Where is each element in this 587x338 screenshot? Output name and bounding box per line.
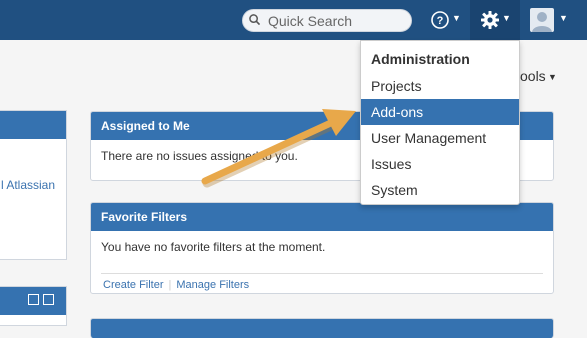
left-panel-lower <box>0 286 67 326</box>
dropdown-toggle-icon[interactable] <box>43 294 54 305</box>
dropdown-heading: Administration <box>371 51 470 67</box>
user-avatar-icon[interactable] <box>530 8 554 32</box>
menu-item-user-management[interactable]: User Management <box>361 125 519 151</box>
link-separator: | <box>168 279 172 291</box>
help-icon[interactable]: ? <box>430 10 450 30</box>
filters-panel-title: Favorite Filters <box>91 203 553 231</box>
tools-menu-label[interactable]: ools <box>520 68 546 84</box>
left-panel-link[interactable]: l Atlassian <box>1 178 55 192</box>
gear-icon <box>481 11 499 29</box>
avatar-caret-icon: ▼ <box>559 13 568 23</box>
help-caret-icon: ▼ <box>452 13 461 23</box>
filters-panel-message: You have no favorite filters at the mome… <box>101 240 326 254</box>
search-icon <box>249 14 260 25</box>
quick-search-field[interactable]: Quick Search <box>242 9 412 32</box>
maximize-icon[interactable] <box>28 294 39 305</box>
favorite-filters-panel: Favorite Filters You have no favorite fi… <box>90 202 554 294</box>
left-panel: l Atlassian <box>0 110 67 260</box>
admin-settings-button[interactable]: ▼ <box>470 0 520 40</box>
gear-caret-icon: ▼ <box>502 13 511 23</box>
left-panel-lower-header <box>0 287 66 315</box>
manage-filters-link[interactable]: Manage Filters <box>176 279 249 291</box>
top-navigation-bar: Quick Search ? ▼ ▼ ▼ <box>0 0 587 40</box>
left-panel-header <box>0 111 66 139</box>
quick-search-placeholder: Quick Search <box>268 13 353 29</box>
filter-links: Create Filter | Manage Filters <box>91 274 553 293</box>
tools-caret-icon: ▼ <box>548 72 557 82</box>
next-gadget-header <box>91 319 553 338</box>
menu-item-issues[interactable]: Issues <box>361 151 519 177</box>
menu-item-system[interactable]: System <box>361 177 519 203</box>
svg-text:?: ? <box>437 15 444 27</box>
next-gadget-panel <box>90 318 554 338</box>
create-filter-link[interactable]: Create Filter <box>103 279 164 291</box>
menu-item-add-ons[interactable]: Add-ons <box>361 99 519 125</box>
menu-item-projects[interactable]: Projects <box>361 73 519 99</box>
administration-dropdown: Administration Projects Add-ons User Man… <box>360 40 520 205</box>
